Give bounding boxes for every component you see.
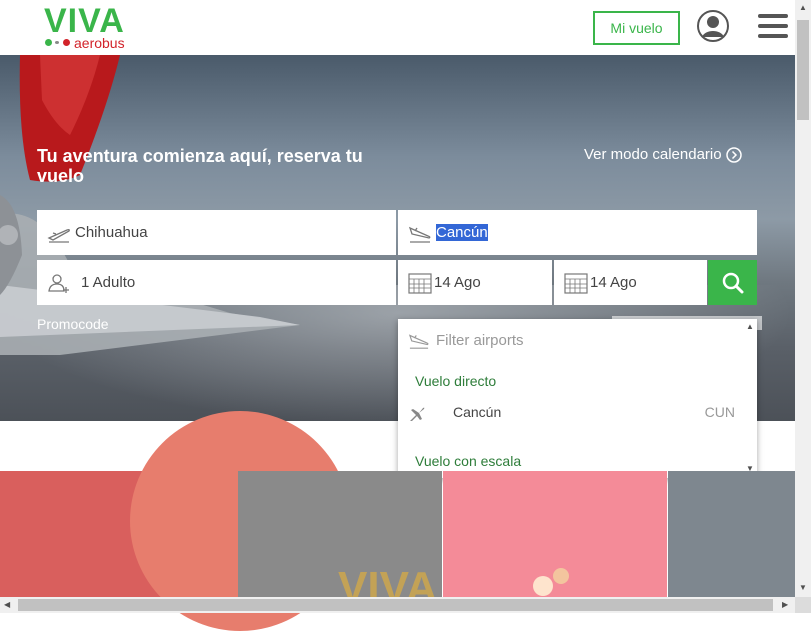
airport-option[interactable]: Cancún CUN xyxy=(398,401,743,427)
scroll-left-arrow-icon[interactable]: ◀ xyxy=(4,601,10,609)
origin-value: Chihuahua xyxy=(75,224,148,241)
depart-date-field[interactable]: 14 Ago xyxy=(398,260,552,305)
airport-dropdown: Filter airports Vuelo directo Cancún CUN… xyxy=(398,319,757,478)
calendar-mode-label: Ver modo calendario xyxy=(584,146,722,163)
promo-banners: VIVA xyxy=(0,411,795,631)
origin-field[interactable]: Chihuahua xyxy=(37,210,396,255)
airport-filter-input[interactable]: Filter airports xyxy=(406,330,524,350)
airport-option-code: CUN xyxy=(704,404,735,420)
return-date-value: 14 Ago xyxy=(590,274,637,291)
horizontal-scrollbar[interactable]: ◀ ▶ xyxy=(0,597,795,613)
direct-flight-group-label: Vuelo directo xyxy=(415,373,497,389)
horizontal-scroll-thumb[interactable] xyxy=(18,599,773,611)
logo-dot-gray xyxy=(55,41,59,44)
airport-option-name: Cancún xyxy=(453,404,502,420)
user-account-icon[interactable] xyxy=(697,10,729,42)
hero-title: Tu aventura comienza aquí, reserva tu vu… xyxy=(37,146,363,186)
scroll-up-arrow-icon[interactable]: ▲ xyxy=(799,4,807,12)
vertical-scroll-thumb[interactable] xyxy=(797,20,809,120)
chevron-right-circle-icon xyxy=(725,146,742,163)
vertical-scrollbar[interactable]: ▲ ▼ xyxy=(795,0,811,597)
scroll-right-arrow-icon[interactable]: ▶ xyxy=(782,601,788,609)
promo-banner-4[interactable] xyxy=(668,471,795,597)
airport-filter-placeholder: Filter airports xyxy=(436,331,524,349)
flower-icon xyxy=(533,568,569,596)
destination-field[interactable]: Cancún xyxy=(398,210,757,255)
scrollbar-corner xyxy=(795,597,811,613)
promo-banner-1[interactable] xyxy=(0,411,350,631)
search-button[interactable] xyxy=(708,260,757,305)
logo-subtext: aerobus xyxy=(74,35,125,51)
scroll-up-arrow-icon[interactable]: ▲ xyxy=(746,323,754,331)
mi-vuelo-button[interactable]: Mi vuelo xyxy=(593,11,680,45)
hamburger-menu-icon[interactable] xyxy=(758,14,788,38)
passengers-value: 1 Adulto xyxy=(81,274,136,291)
logo-dot-green xyxy=(45,39,52,46)
return-date-field[interactable]: 14 Ago xyxy=(554,260,707,305)
promo-banner-3[interactable] xyxy=(443,471,667,597)
airplane-icon xyxy=(410,407,425,421)
site-header: VIVA aerobus Mi vuelo xyxy=(0,0,795,55)
promo-banner-2[interactable]: VIVA xyxy=(238,471,442,612)
takeoff-icon xyxy=(47,228,70,243)
landing-icon xyxy=(408,334,429,349)
passengers-field[interactable]: 1 Adulto xyxy=(37,260,396,305)
calendar-icon xyxy=(564,272,588,294)
depart-date-value: 14 Ago xyxy=(434,274,481,291)
scroll-down-arrow-icon[interactable]: ▼ xyxy=(799,584,807,592)
connecting-flight-group-label: Vuelo con escala xyxy=(415,453,522,469)
logo-dot-red xyxy=(63,39,70,46)
destination-value: Cancún xyxy=(436,224,488,241)
landing-icon xyxy=(408,226,431,243)
promocode-link[interactable]: Promocode xyxy=(37,316,109,332)
calendar-mode-link[interactable]: Ver modo calendario xyxy=(584,146,742,163)
passenger-icon xyxy=(48,273,69,293)
search-icon xyxy=(722,272,743,293)
dropdown-scrollbar[interactable]: ▲ ▼ xyxy=(743,319,757,478)
calendar-icon xyxy=(408,272,432,294)
